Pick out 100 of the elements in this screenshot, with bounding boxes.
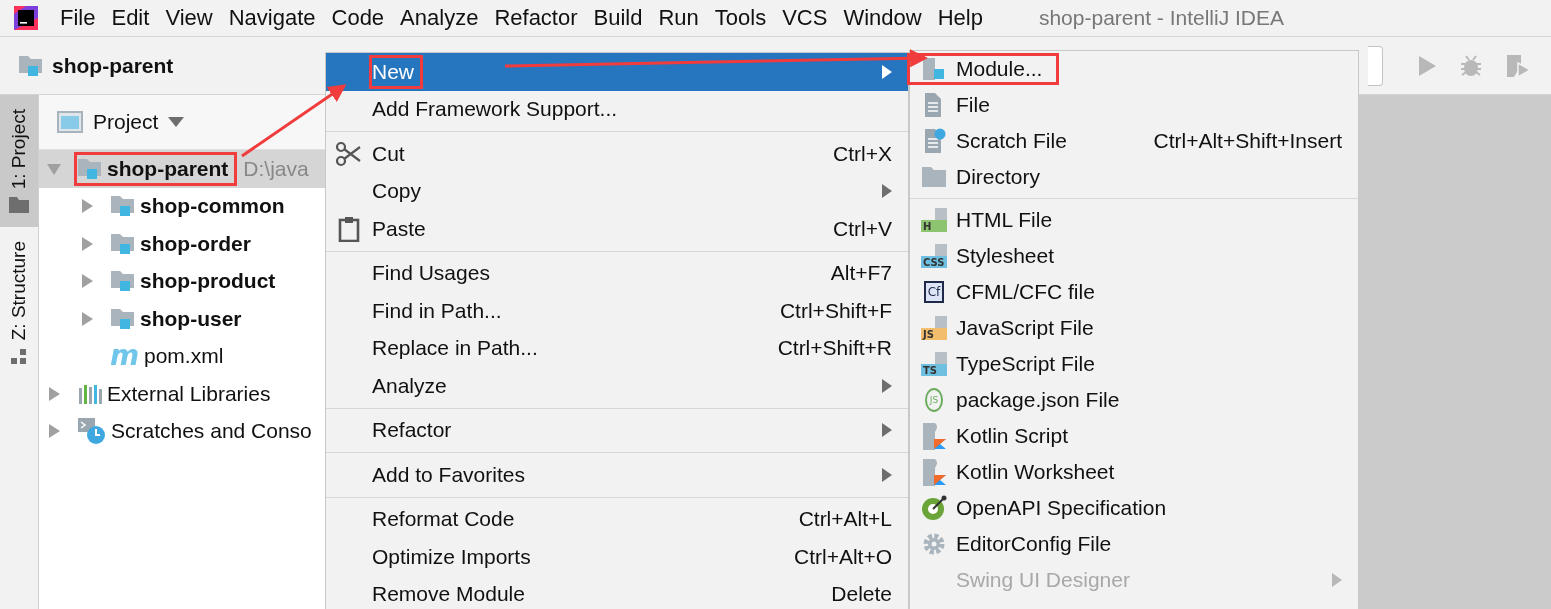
- tool-window-tab[interactable]: Z: Structure: [0, 227, 38, 379]
- expand-arrow-icon[interactable]: [80, 274, 94, 289]
- menu-item[interactable]: JS package.json File: [910, 382, 1358, 418]
- module-icon: [922, 57, 946, 81]
- menu-item[interactable]: Replace in Path... Ctrl+Shift+R: [326, 329, 908, 367]
- tree-item[interactable]: shop-parent D:\java: [39, 150, 325, 188]
- tree-item[interactable]: External Libraries: [39, 375, 325, 413]
- shortcut-text: Alt+F7: [830, 261, 892, 286]
- coverage-icon[interactable]: [1505, 52, 1531, 79]
- module-folder-icon: [77, 156, 103, 181]
- project-view-dropdown[interactable]: Project: [57, 110, 185, 134]
- shortcut-text: Ctrl+Alt+L: [798, 507, 892, 532]
- tree-item-label: shop-order: [140, 231, 251, 256]
- tree-item-label: pom.xml: [144, 344, 224, 369]
- menu-item[interactable]: Refactor: [494, 5, 578, 31]
- menu-item[interactable]: Add Framework Support...: [326, 90, 908, 128]
- menu-item[interactable]: Run: [658, 5, 699, 31]
- run-icon[interactable]: [1417, 54, 1437, 77]
- shortcut-text: Delete: [831, 582, 892, 607]
- shortcut-text: Ctrl+Alt+O: [793, 544, 892, 569]
- dropdown-arrow-icon: [168, 117, 185, 127]
- tree-item[interactable]: shop-product: [39, 262, 325, 300]
- menu-item[interactable]: Optimize Imports Ctrl+Alt+O: [326, 538, 908, 576]
- menu-item[interactable]: Module...: [910, 51, 1358, 87]
- tree-item[interactable]: shop-user: [39, 300, 325, 338]
- tree-item-label: shop-product: [140, 269, 276, 294]
- menu-item[interactable]: EditorConfig File: [910, 526, 1358, 562]
- expand-arrow-icon[interactable]: [47, 386, 61, 401]
- folder-icon: [9, 197, 29, 214]
- menu-item[interactable]: Scratch File Ctrl+Alt+Shift+Insert: [910, 123, 1358, 159]
- tree-item-label: External Libraries: [107, 381, 271, 406]
- project-view-icon: [57, 111, 83, 133]
- menu-item[interactable]: Window: [843, 5, 922, 31]
- breadcrumb[interactable]: shop-parent: [18, 53, 174, 78]
- gear-icon: [922, 532, 946, 556]
- shortcut-text: Ctrl+X: [833, 141, 892, 166]
- tool-window-tab[interactable]: 1: Project: [0, 95, 38, 228]
- menu-item[interactable]: Code: [331, 5, 385, 31]
- menu-item[interactable]: Kotlin Script: [910, 418, 1358, 454]
- menu-item[interactable]: Reformat Code Ctrl+Alt+L: [326, 500, 908, 538]
- menu-item[interactable]: H HTML File: [910, 202, 1358, 238]
- menu-item[interactable]: Edit: [111, 5, 150, 31]
- shortcut-text: Ctrl+Shift+F: [779, 298, 892, 323]
- menu-item[interactable]: Kotlin Worksheet: [910, 454, 1358, 490]
- menu-item[interactable]: Copy: [326, 172, 908, 210]
- module-folder-icon: [18, 53, 44, 78]
- tree-item[interactable]: m pom.xml: [39, 337, 325, 375]
- scratch-file-icon: [922, 128, 946, 154]
- tree-item-label: shop-common: [140, 194, 285, 219]
- collapse-arrow-icon[interactable]: [47, 161, 61, 176]
- tree-item[interactable]: Scratches and Conso: [39, 412, 325, 450]
- menu-item[interactable]: Paste Ctrl+V: [326, 210, 908, 248]
- menu-item[interactable]: Directory: [910, 159, 1358, 195]
- tree-item[interactable]: shop-order: [39, 225, 325, 263]
- scratches-icon: [77, 417, 107, 446]
- menu-item[interactable]: Cut Ctrl+X: [326, 135, 908, 173]
- menu-item-label: Module...: [956, 57, 1043, 81]
- structure-icon: [11, 348, 27, 365]
- menu-item[interactable]: Build: [593, 5, 643, 31]
- tree-item-label: shop-user: [140, 306, 242, 331]
- clipboard-icon: [338, 215, 360, 242]
- expand-arrow-icon[interactable]: [80, 199, 94, 214]
- openapi-icon: [921, 495, 947, 521]
- shortcut-text: Ctrl+Alt+Shift+Insert: [1153, 129, 1342, 153]
- menu-item[interactable]: VCS: [782, 5, 828, 31]
- run-config-dropdown[interactable]: [1368, 45, 1383, 86]
- module-path: D:\java: [243, 156, 309, 181]
- menu-item[interactable]: Find in Path... Ctrl+Shift+F: [326, 292, 908, 330]
- menu-item[interactable]: Find Usages Alt+F7: [326, 254, 908, 292]
- app-logo-icon: [14, 6, 38, 30]
- expand-arrow-icon[interactable]: [80, 311, 94, 326]
- module-folder-icon: [110, 194, 136, 219]
- menu-item[interactable]: Remove Module Delete: [326, 575, 908, 609]
- shortcut-text: Ctrl+V: [833, 216, 892, 241]
- menu-item[interactable]: Add to Favorites: [326, 456, 908, 494]
- folder-icon: [921, 166, 947, 188]
- menu-item[interactable]: New: [326, 53, 908, 91]
- menu-item[interactable]: Navigate: [228, 5, 316, 31]
- tree-item[interactable]: shop-common: [39, 187, 325, 225]
- menu-item[interactable]: View: [165, 5, 213, 31]
- menu-item[interactable]: File: [60, 5, 96, 31]
- menu-item[interactable]: OpenAPI Specification: [910, 490, 1358, 526]
- scissors-icon: [336, 140, 362, 167]
- menu-item[interactable]: Help: [937, 5, 983, 31]
- bug-icon[interactable]: [1459, 53, 1483, 78]
- expand-arrow-icon[interactable]: [80, 236, 94, 251]
- menu-item[interactable]: TS TypeScript File: [910, 346, 1358, 382]
- menu-item[interactable]: CSS Stylesheet: [910, 238, 1358, 274]
- menu-item[interactable]: Tools: [714, 5, 767, 31]
- menu-item[interactable]: File: [910, 87, 1358, 123]
- menu-item[interactable]: Refactor: [326, 411, 908, 449]
- tree-item-label: shop-parent: [107, 156, 229, 181]
- menu-item[interactable]: Cf CFML/CFC file: [910, 274, 1358, 310]
- expand-arrow-icon[interactable]: [47, 424, 61, 439]
- menu-item[interactable]: JS JavaScript File: [910, 310, 1358, 346]
- menu-item[interactable]: Analyze: [326, 367, 908, 405]
- cf-file-icon: Cf: [923, 281, 945, 303]
- kotlin-file-icon: [921, 422, 947, 450]
- menu-item-label: New: [372, 59, 414, 84]
- menu-item[interactable]: Analyze: [400, 5, 479, 31]
